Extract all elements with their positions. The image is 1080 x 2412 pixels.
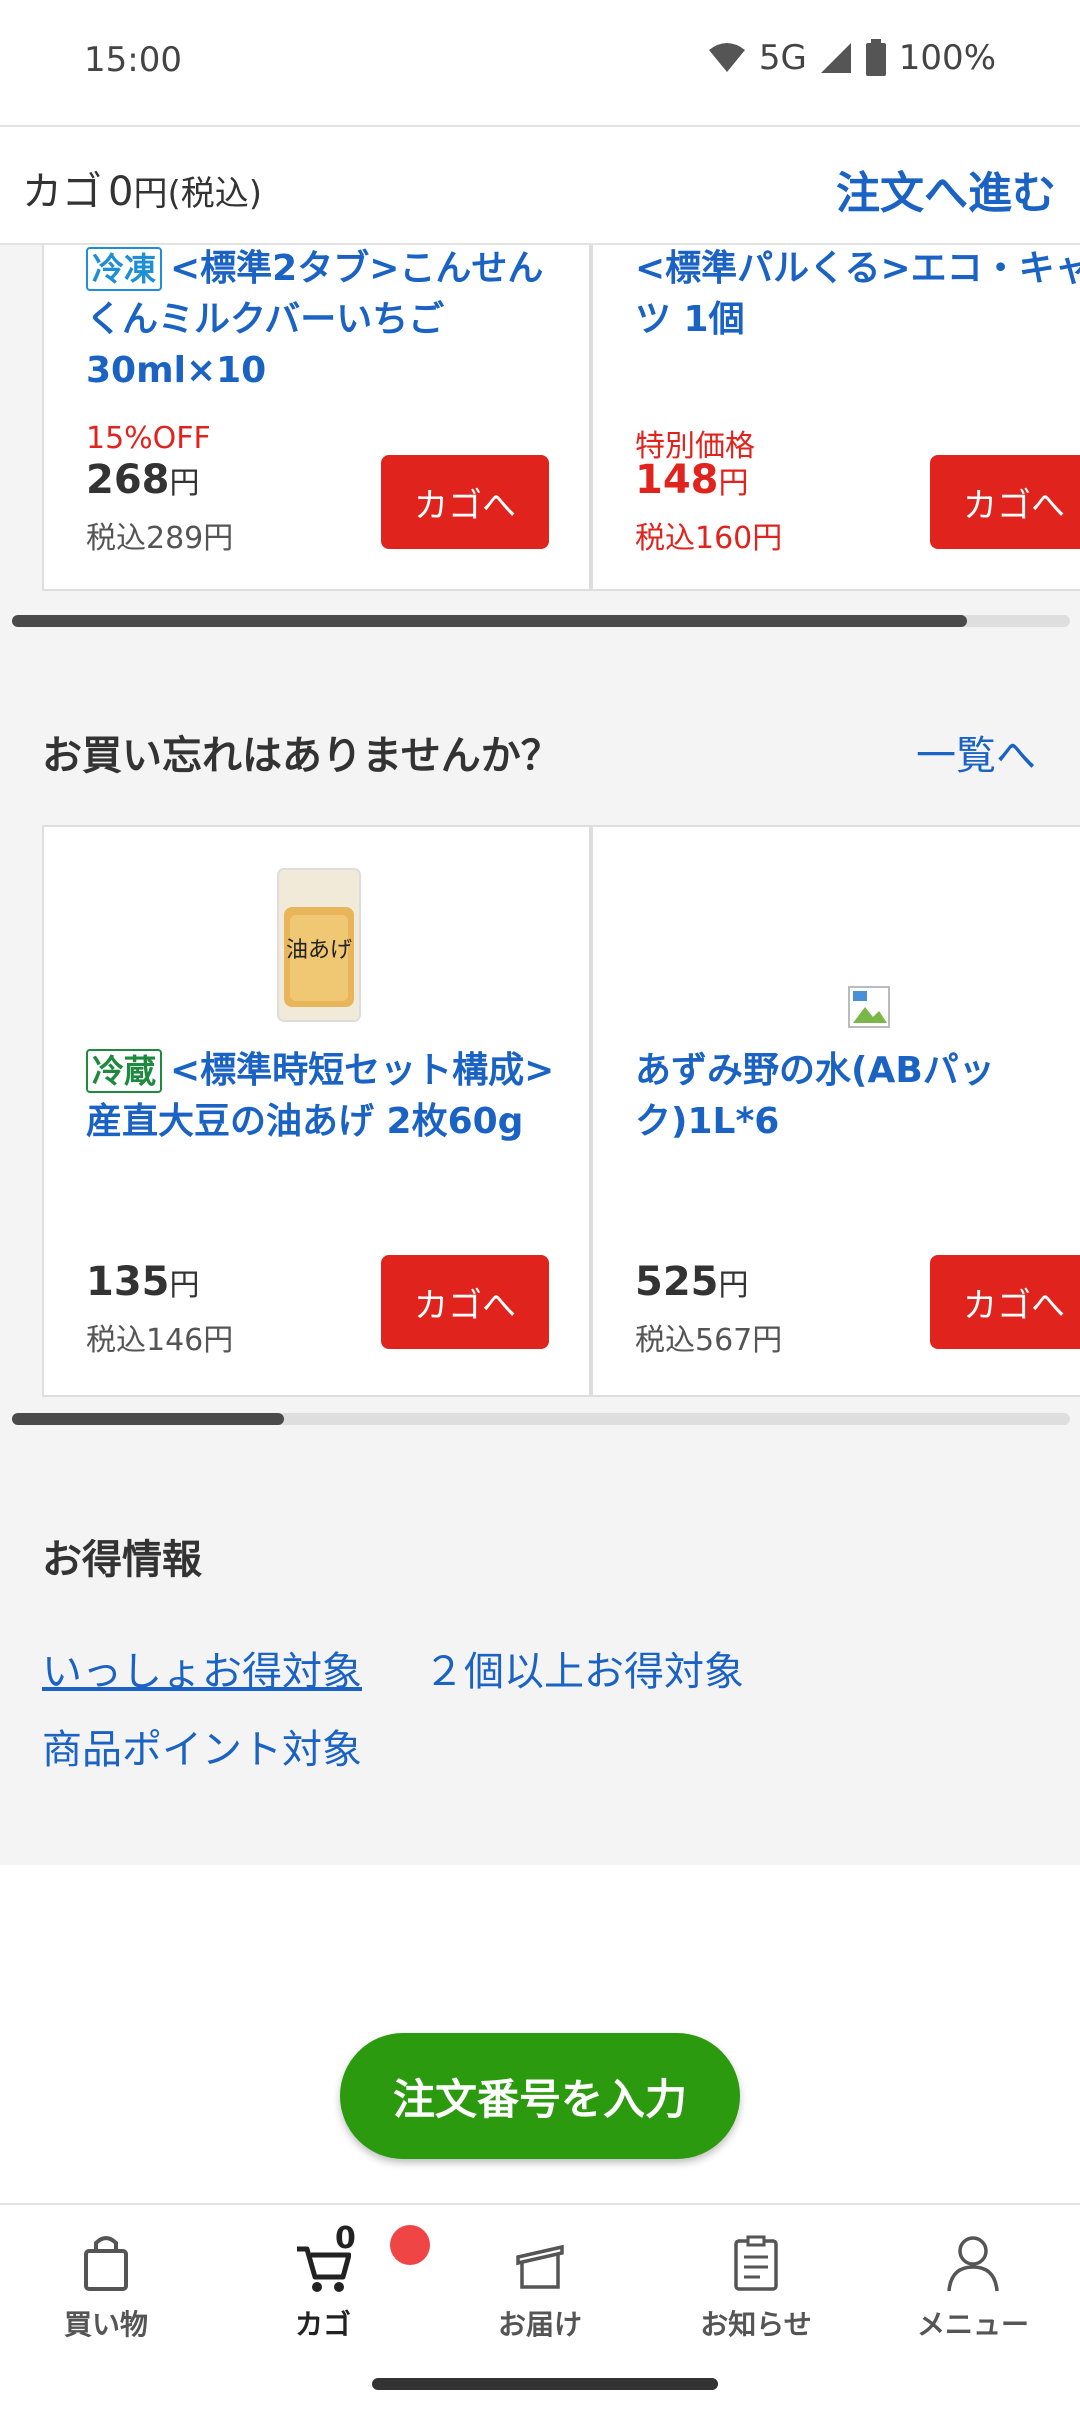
- network-label: 5G: [758, 38, 807, 78]
- nav-cart-label: カゴ: [294, 2308, 351, 2341]
- add-to-cart-button[interactable]: カゴへ: [930, 1255, 1080, 1349]
- carousel-scrollbar[interactable]: [12, 1413, 1070, 1425]
- nav-shopping-label: 買い物: [63, 2308, 148, 2341]
- product-card[interactable]: あずみ野の水(ABパック)1L*6 525円 税込567円 カゴへ: [591, 825, 1080, 1397]
- nav-notices-label: お知らせ: [700, 2308, 812, 2341]
- tax-included-price: 税込146円: [86, 1323, 234, 1358]
- tax-included-price: 税込567円: [635, 1323, 783, 1358]
- cart-amount: 0: [108, 169, 134, 215]
- status-bar: 15:00 5G 100%: [0, 0, 1080, 125]
- shopping-bag-icon: [84, 2236, 128, 2291]
- product-price: 135円: [86, 1259, 200, 1305]
- broken-image-icon: [848, 986, 890, 1028]
- add-to-cart-button[interactable]: カゴへ: [381, 455, 549, 549]
- battery-icon: [865, 39, 886, 76]
- product-price: 525円: [635, 1259, 749, 1305]
- wifi-icon: [708, 43, 745, 72]
- nav-menu[interactable]: メニュー: [873, 2233, 1073, 2343]
- proceed-to-order-link[interactable]: 注文へ進む: [836, 157, 1056, 221]
- cart-unit: 円: [133, 174, 168, 214]
- status-indicators: 5G 100%: [707, 38, 996, 78]
- product-image-label: 油あげ: [286, 938, 352, 963]
- add-to-cart-button[interactable]: カゴへ: [381, 1255, 549, 1349]
- notification-dot: [390, 2225, 430, 2265]
- product-card[interactable]: 油あげ 冷蔵 <標準時短セット構成>産直大豆の油あげ 2枚60g 135円 税込1…: [42, 825, 591, 1397]
- cart-count-badge: 0: [335, 2221, 356, 2256]
- frozen-tag: 冷凍: [86, 247, 163, 291]
- add-to-cart-button[interactable]: カゴへ: [930, 455, 1080, 549]
- fried-tofu-product-image: 油あげ: [277, 868, 361, 1022]
- enter-order-number-button[interactable]: 注文番号を入力: [340, 2033, 740, 2159]
- nav-notices[interactable]: お知らせ: [656, 2233, 856, 2343]
- product-price: 268円: [86, 457, 200, 503]
- cart-header: カゴ 0 円 (税込) 注文へ進む: [0, 125, 1080, 245]
- product-carousel-forgot[interactable]: 油あげ 冷蔵 <標準時短セット構成>産直大豆の油あげ 2枚60g 135円 税込1…: [42, 825, 1080, 1397]
- view-list-link[interactable]: 一覧へ: [916, 723, 1036, 781]
- nav-shopping[interactable]: 買い物: [6, 2233, 206, 2343]
- nav-delivery[interactable]: お届け: [440, 2233, 640, 2343]
- bundle-deal-link[interactable]: いっしょお得対象: [42, 1639, 362, 1697]
- product-name[interactable]: 冷蔵 <標準時短セット構成>産直大豆の油あげ 2枚60g: [86, 1045, 556, 1147]
- deals-title: お得情報: [42, 1537, 202, 1583]
- section-title: お買い忘れはありませんか？: [42, 733, 561, 779]
- cart-summary: カゴ 0 円 (税込): [22, 159, 262, 217]
- multi-buy-deal-link[interactable]: ２個以上お得対象: [424, 1639, 744, 1697]
- product-price: 148円: [635, 457, 749, 503]
- product-name[interactable]: 冷凍 <標準2タブ>こんせんくんミルクバーいちご30ml×10: [86, 245, 556, 396]
- user-menu-icon: [947, 2236, 999, 2292]
- product-name[interactable]: あずみ野の水(ABパック)1L*6: [635, 1045, 1080, 1147]
- delivery-box-icon: [516, 2244, 564, 2289]
- product-card[interactable]: <標準パルくる>エコ・キャベツ 1個 特別価格 148円 税込160円 カゴへ: [591, 245, 1080, 591]
- chilled-tag: 冷蔵: [86, 1049, 163, 1093]
- nav-delivery-label: お届け: [497, 2308, 582, 2341]
- carousel-scrollbar[interactable]: [12, 615, 1070, 627]
- discount-badge: 15%OFF: [86, 421, 211, 456]
- battery-label: 100%: [898, 38, 996, 78]
- scrollbar-thumb[interactable]: [12, 615, 967, 627]
- nav-menu-label: メニュー: [916, 2308, 1029, 2341]
- tax-included-price: 税込289円: [86, 521, 234, 556]
- main-content: 冷凍 <標準2タブ>こんせんくんミルクバーいちご30ml×10 15%OFF 26…: [0, 245, 1080, 1865]
- cart-label: カゴ: [22, 169, 102, 215]
- notice-clipboard-icon: [734, 2235, 778, 2291]
- product-name[interactable]: <標準パルくる>エコ・キャベツ 1個: [635, 245, 1080, 345]
- product-card[interactable]: 冷凍 <標準2タブ>こんせんくんミルクバーいちご30ml×10 15%OFF 26…: [42, 245, 591, 591]
- status-time: 15:00: [84, 40, 182, 80]
- scrollbar-thumb[interactable]: [12, 1413, 284, 1425]
- product-points-link[interactable]: 商品ポイント対象: [42, 1717, 362, 1775]
- tax-included-price: 税込160円: [635, 521, 783, 556]
- product-carousel-top[interactable]: 冷凍 <標準2タブ>こんせんくんミルクバーいちご30ml×10 15%OFF 26…: [42, 245, 1080, 595]
- cart-tax-note: (税込): [167, 174, 262, 214]
- gesture-handle[interactable]: [372, 2378, 718, 2390]
- signal-icon: [820, 43, 851, 73]
